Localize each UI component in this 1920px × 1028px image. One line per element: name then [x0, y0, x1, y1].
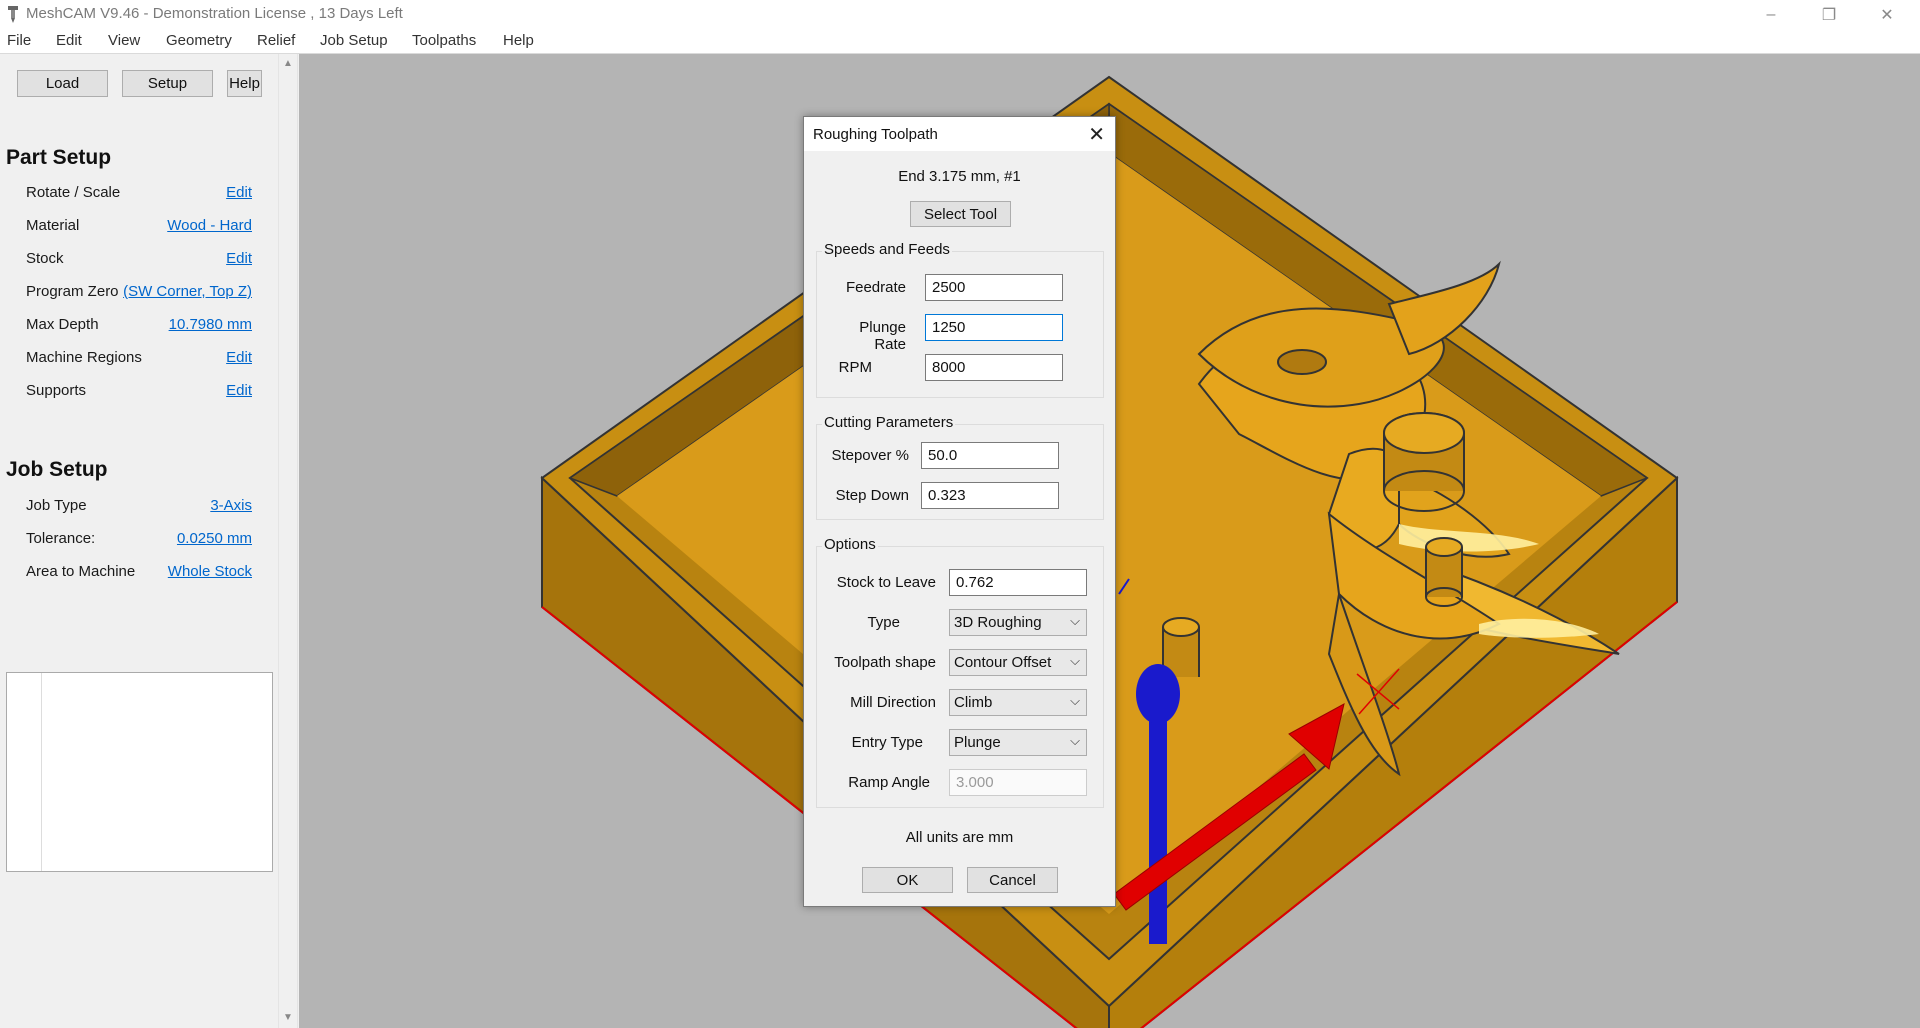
supports-label: Supports	[26, 382, 87, 399]
left-panel: Load Setup Help Part Setup Rotate / Scal…	[0, 54, 278, 1028]
preview-pane	[6, 672, 273, 872]
toolpath-shape-value: Contour Offset	[954, 654, 1052, 671]
select-tool-button[interactable]: Select Tool	[910, 201, 1011, 227]
area-to-machine-link[interactable]: Whole Stock	[168, 563, 252, 580]
machine-regions-edit-link[interactable]: Edit	[226, 349, 252, 366]
max-depth-label: Max Depth	[26, 316, 99, 333]
rpm-input[interactable]: 8000	[925, 354, 1063, 381]
stepover-input[interactable]: 50.0	[921, 442, 1059, 469]
job-type-link[interactable]: 3-Axis	[210, 497, 252, 514]
chevron-down-icon: ⌵	[1070, 733, 1080, 748]
rotate-scale-edit-link[interactable]: Edit	[226, 184, 252, 201]
mill-direction-select[interactable]: Climb ⌵	[949, 689, 1087, 716]
cancel-button[interactable]: Cancel	[967, 867, 1058, 893]
toolpath-shape-select[interactable]: Contour Offset ⌵	[949, 649, 1087, 676]
tolerance-link[interactable]: 0.0250 mm	[177, 530, 252, 547]
plunge-rate-label: Plunge Rate	[859, 319, 906, 353]
minimize-button[interactable]: –	[1742, 0, 1800, 29]
mill-direction-label: Mill Direction	[850, 694, 936, 711]
job-setup-title: Job Setup	[6, 458, 108, 481]
feedrate-label: Feedrate	[845, 279, 906, 296]
type-label: Type	[867, 614, 900, 631]
chevron-down-icon: ⌵	[1070, 613, 1080, 628]
ramp-angle-label: Ramp Angle	[848, 774, 930, 791]
type-value: 3D Roughing	[954, 614, 1042, 631]
load-button[interactable]: Load	[17, 70, 108, 97]
title-bar: MeshCAM V9.46 - Demonstration License , …	[0, 0, 1920, 29]
menu-toolpaths[interactable]: Toolpaths	[412, 32, 476, 49]
feedrate-input[interactable]: 2500	[925, 274, 1063, 301]
menu-help[interactable]: Help	[503, 32, 534, 49]
menu-edit[interactable]: Edit	[56, 32, 82, 49]
dialog-title: Roughing Toolpath	[813, 126, 938, 143]
plunge-rate-input[interactable]: 1250	[925, 314, 1063, 341]
cutting-parameters-title: Cutting Parameters	[822, 414, 956, 431]
stepover-label: Stepover %	[831, 447, 909, 464]
entry-type-label: Entry Type	[851, 734, 923, 751]
machine-regions-label: Machine Regions	[26, 349, 142, 366]
chevron-down-icon: ⌵	[1070, 653, 1080, 668]
help-button[interactable]: Help	[227, 70, 262, 97]
stock-edit-link[interactable]: Edit	[226, 250, 252, 267]
close-window-button[interactable]: ✕	[1858, 0, 1916, 29]
menu-job-setup[interactable]: Job Setup	[320, 32, 388, 49]
max-depth-link[interactable]: 10.7980 mm	[169, 316, 252, 333]
ok-button[interactable]: OK	[862, 867, 953, 893]
scroll-down-arrow-icon[interactable]: ▼	[279, 1010, 297, 1026]
ramp-angle-input[interactable]: 3.000	[949, 769, 1087, 796]
entry-type-select[interactable]: Plunge ⌵	[949, 729, 1087, 756]
stock-label: Stock	[26, 250, 64, 267]
supports-edit-link[interactable]: Edit	[226, 382, 252, 399]
menu-view[interactable]: View	[108, 32, 140, 49]
setup-button[interactable]: Setup	[122, 70, 213, 97]
dialog-close-icon[interactable]: ✕	[1088, 122, 1105, 147]
meshcam-window: MeshCAM V9.46 - Demonstration License , …	[0, 0, 1920, 1028]
dialog-title-bar: Roughing Toolpath ✕	[804, 117, 1115, 151]
program-zero-link[interactable]: (SW Corner, Top Z)	[123, 283, 252, 300]
toolpath-shape-label: Toolpath shape	[834, 654, 936, 671]
scroll-up-arrow-icon[interactable]: ▲	[279, 56, 297, 72]
options-title: Options	[822, 536, 878, 553]
program-zero-label: Program Zero	[26, 283, 119, 300]
step-down-label: Step Down	[835, 487, 909, 504]
maximize-button[interactable]: ❐	[1800, 0, 1858, 29]
menu-bar: File Edit View Geometry Relief Job Setup…	[0, 29, 1920, 54]
stock-to-leave-label: Stock to Leave	[836, 574, 936, 591]
meshcam-logo-icon	[8, 6, 18, 23]
job-type-label: Job Type	[26, 497, 87, 514]
material-label: Material	[26, 217, 80, 234]
area-to-machine-label: Area to Machine	[26, 563, 136, 580]
part-setup-title: Part Setup	[6, 146, 112, 169]
window-title: MeshCAM V9.46 - Demonstration License , …	[26, 5, 403, 22]
tool-info: End 3.175 mm, #1	[898, 168, 1021, 185]
roughing-toolpath-dialog: Roughing Toolpath ✕ End 3.175 mm, #1 Sel…	[803, 116, 1116, 907]
menu-relief[interactable]: Relief	[257, 32, 295, 49]
left-panel-scrollbar[interactable]: ▲ ▼	[278, 54, 298, 1028]
tolerance-label: Tolerance:	[26, 530, 96, 547]
step-down-input[interactable]: 0.323	[921, 482, 1059, 509]
menu-geometry[interactable]: Geometry	[166, 32, 232, 49]
speeds-feeds-title: Speeds and Feeds	[822, 241, 952, 258]
material-link[interactable]: Wood - Hard	[167, 217, 252, 234]
preview-divider	[41, 673, 42, 871]
stock-to-leave-input[interactable]: 0.762	[949, 569, 1087, 596]
rpm-label: RPM	[838, 359, 872, 376]
type-select[interactable]: 3D Roughing ⌵	[949, 609, 1087, 636]
mill-direction-value: Climb	[954, 694, 993, 711]
entry-type-value: Plunge	[954, 734, 1001, 751]
menu-file[interactable]: File	[7, 32, 31, 49]
rotate-scale-label: Rotate / Scale	[26, 184, 121, 201]
chevron-down-icon: ⌵	[1070, 693, 1080, 708]
units-note: All units are mm	[905, 829, 1014, 846]
